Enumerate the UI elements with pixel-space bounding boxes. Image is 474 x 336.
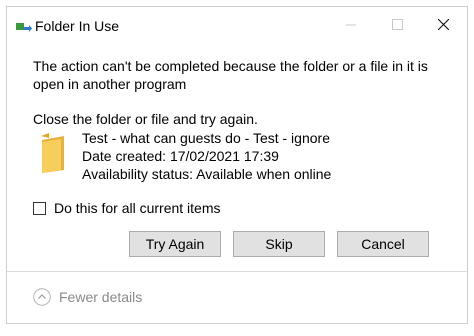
- maximize-icon: [391, 17, 403, 35]
- folder-icon: [39, 132, 67, 174]
- cancel-button[interactable]: Cancel: [337, 231, 429, 257]
- minimize-button[interactable]: [328, 7, 374, 45]
- close-button[interactable]: [420, 7, 466, 45]
- fewer-details-toggle[interactable]: Fewer details: [33, 288, 142, 306]
- skip-button[interactable]: Skip: [233, 231, 325, 257]
- window-title: Folder In Use: [35, 18, 120, 34]
- instruction-text: Close the folder or file and try again.: [33, 111, 258, 127]
- item-name: Test - what can guests do - Test - ignor…: [82, 130, 330, 146]
- item-date-created: Date created: 17/02/2021 17:39: [82, 148, 279, 164]
- folder-move-icon: [16, 21, 32, 33]
- maximize-button[interactable]: [374, 7, 420, 45]
- fewer-details-label[interactable]: Fewer details: [59, 289, 142, 305]
- folder-in-use-dialog: Folder In Use The action can't be comple…: [6, 6, 468, 324]
- item-availability: Availability status: Available when onli…: [82, 166, 332, 182]
- minimize-icon: [346, 17, 356, 35]
- chevron-up-icon[interactable]: [33, 288, 51, 306]
- apply-to-all-checkbox[interactable]: [33, 201, 46, 215]
- close-icon: [437, 17, 449, 35]
- error-message: The action can't be completed because th…: [33, 58, 428, 92]
- apply-to-all-row[interactable]: Do this for all current items: [33, 200, 221, 216]
- title-bar[interactable]: Folder In Use: [7, 7, 467, 45]
- item-details: Test - what can guests do - Test - ignor…: [82, 129, 331, 183]
- apply-to-all-label[interactable]: Do this for all current items: [54, 200, 221, 216]
- dialog-footer: Fewer details: [7, 271, 467, 323]
- try-again-button[interactable]: Try Again: [129, 231, 221, 257]
